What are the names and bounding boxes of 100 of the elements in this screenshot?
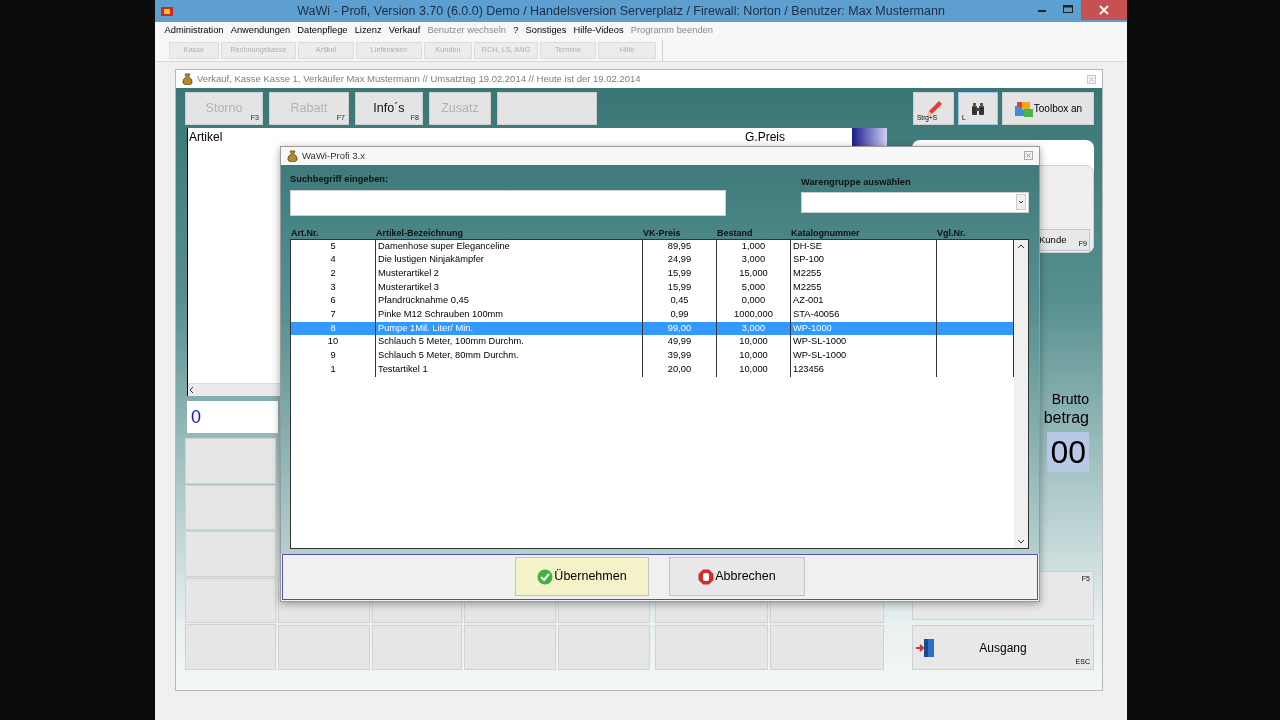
table-cell: DH-SE	[791, 239, 937, 254]
table-cell: 4	[291, 253, 376, 268]
group-dropdown[interactable]	[801, 191, 1029, 213]
menu-item[interactable]: Verkauf	[385, 24, 424, 38]
table-cell: 15,000	[717, 267, 791, 281]
column-header: G.Preis	[745, 129, 786, 146]
table-cell: Damenhose super Eleganceline	[376, 239, 643, 254]
cancel-button[interactable]: Abbrechen	[669, 557, 805, 597]
menu-item[interactable]: ?	[509, 24, 522, 38]
table-cell: M2255	[791, 280, 937, 295]
keypad-button[interactable]	[770, 625, 884, 670]
keypad-button[interactable]	[464, 625, 556, 670]
stop-hand-icon	[698, 568, 715, 585]
dialog-title: WaWi-Profi 3.x	[302, 148, 366, 163]
table-cell: WP-SL-1000	[791, 335, 937, 350]
table-cell: Musterartikel 2	[376, 267, 643, 281]
table-cell: 123456	[791, 362, 937, 377]
toolbox-icon	[1013, 99, 1034, 118]
close-icon[interactable]	[1087, 74, 1096, 84]
table-cell: 1	[291, 362, 376, 377]
window-title: WaWi - Profi, Version 3.70 (6.0.0) Demo / Handelsversion Serverplatz / Firewall: Norton / Benutzer: Max Mustermann	[296, 2, 946, 20]
caret-icon	[1016, 194, 1026, 211]
table-cell: M2255	[791, 267, 937, 281]
keypad-button[interactable]	[185, 577, 276, 624]
table-cell: 15,99	[643, 267, 717, 281]
close-icon[interactable]	[1024, 151, 1033, 161]
scroll-down-icon[interactable]	[1017, 538, 1025, 545]
table-cell: 10,000	[717, 335, 791, 350]
field-label: Suchbegriff eingeben:	[290, 172, 390, 186]
close-button[interactable]	[1081, 0, 1127, 20]
table-cell: 3,000	[717, 321, 791, 336]
table-cell: 0,000	[717, 294, 791, 309]
table-cell: WP-SL-1000	[791, 349, 937, 363]
table-cell: 7	[291, 308, 376, 322]
keypad-button[interactable]	[185, 484, 276, 531]
table-cell: AZ-001	[791, 294, 937, 309]
column-header: Art.Nr.	[291, 227, 320, 239]
menu-item[interactable]: Lizenz	[351, 24, 386, 38]
column-header: Artikel	[188, 129, 224, 146]
total-amount: 00	[1047, 432, 1089, 472]
table-cell: Pinke M12 Schrauben 100mm	[376, 308, 643, 322]
table-cell: Die lustigen Ninjakämpfer	[376, 253, 643, 268]
accept-button[interactable]: Übernehmen	[515, 557, 649, 597]
table-cell: Pumpe 1Mil. Liter/ Min.	[376, 321, 643, 336]
table-cell: Schlauch 5 Meter, 80mm Durchm.	[376, 349, 643, 363]
money-bag-icon	[287, 149, 298, 162]
table-cell: Pfandrücknahme 0,45	[376, 294, 643, 309]
menu-item[interactable]: Anwendungen	[227, 24, 294, 38]
keypad-button[interactable]	[278, 625, 370, 670]
table-cell: 9	[291, 349, 376, 363]
keypad-button[interactable]	[185, 531, 276, 577]
search-field[interactable]	[290, 189, 726, 216]
table-cell: SP-100	[791, 253, 937, 268]
table-cell: Musterartikel 3	[376, 280, 643, 295]
menu-item[interactable]: Sonstiges	[521, 24, 570, 38]
table-cell: 8	[291, 321, 376, 336]
table-cell: 2	[291, 267, 376, 281]
table-cell: STA-40056	[791, 308, 937, 322]
keypad-button[interactable]	[185, 624, 276, 670]
quantity-field[interactable]: 0	[187, 401, 278, 433]
keypad-button[interactable]	[372, 625, 462, 670]
toolbox-button[interactable]: Toolbox an	[1002, 92, 1094, 125]
scroll-up-icon[interactable]	[1017, 242, 1025, 249]
app-icon	[161, 6, 173, 16]
table-cell: 10	[291, 335, 376, 350]
field-label: Warengruppe auswählen	[801, 175, 912, 189]
table-cell: 3	[291, 280, 376, 295]
table-cell: WP-1000	[791, 321, 937, 336]
table-cell: 24,99	[643, 253, 717, 268]
money-bag-icon	[182, 73, 193, 85]
table-cell: 89,95	[643, 239, 717, 254]
table-cell: 39,99	[643, 349, 717, 363]
keypad-button[interactable]	[655, 625, 768, 670]
table-cell: 10,000	[717, 362, 791, 377]
menu-item[interactable]: Administration	[161, 24, 228, 38]
window-title: Verkauf, Kasse Kasse 1, Verkäufer Max Mustermann // Umsatztag 19.02.2014 // Heute ist der 19.02.2014	[197, 71, 642, 86]
table-cell: 6	[291, 294, 376, 309]
scroll-left-icon[interactable]	[188, 386, 196, 394]
menu-item[interactable]: Datenpflege	[293, 24, 352, 38]
table-cell: 5,000	[717, 280, 791, 295]
table-cell: 5	[291, 239, 376, 254]
binoculars-icon	[971, 101, 985, 116]
check-icon	[537, 568, 554, 585]
total-label: Brutto	[1051, 390, 1089, 408]
table-cell: 0,99	[643, 308, 717, 322]
keypad-button[interactable]	[558, 625, 650, 670]
table-cell: 20,00	[643, 362, 717, 377]
table-cell: Testartikel 1	[376, 362, 643, 377]
blank-button[interactable]	[497, 92, 597, 125]
total-label: betrag	[1043, 408, 1089, 428]
column-header: Artikel-Bezeichnung	[376, 227, 464, 239]
column-header: VK-Preis	[643, 227, 682, 239]
gradient-swatch	[852, 128, 887, 146]
menu-item[interactable]: Hilfe-Videos	[570, 24, 628, 38]
table-cell: 3,000	[717, 253, 791, 268]
table-cell: 49,99	[643, 335, 717, 350]
keypad-button[interactable]	[185, 438, 276, 484]
column-header: Katalognummer	[791, 227, 861, 239]
table-cell: 10,000	[717, 349, 791, 363]
table-cell: 15,99	[643, 280, 717, 295]
